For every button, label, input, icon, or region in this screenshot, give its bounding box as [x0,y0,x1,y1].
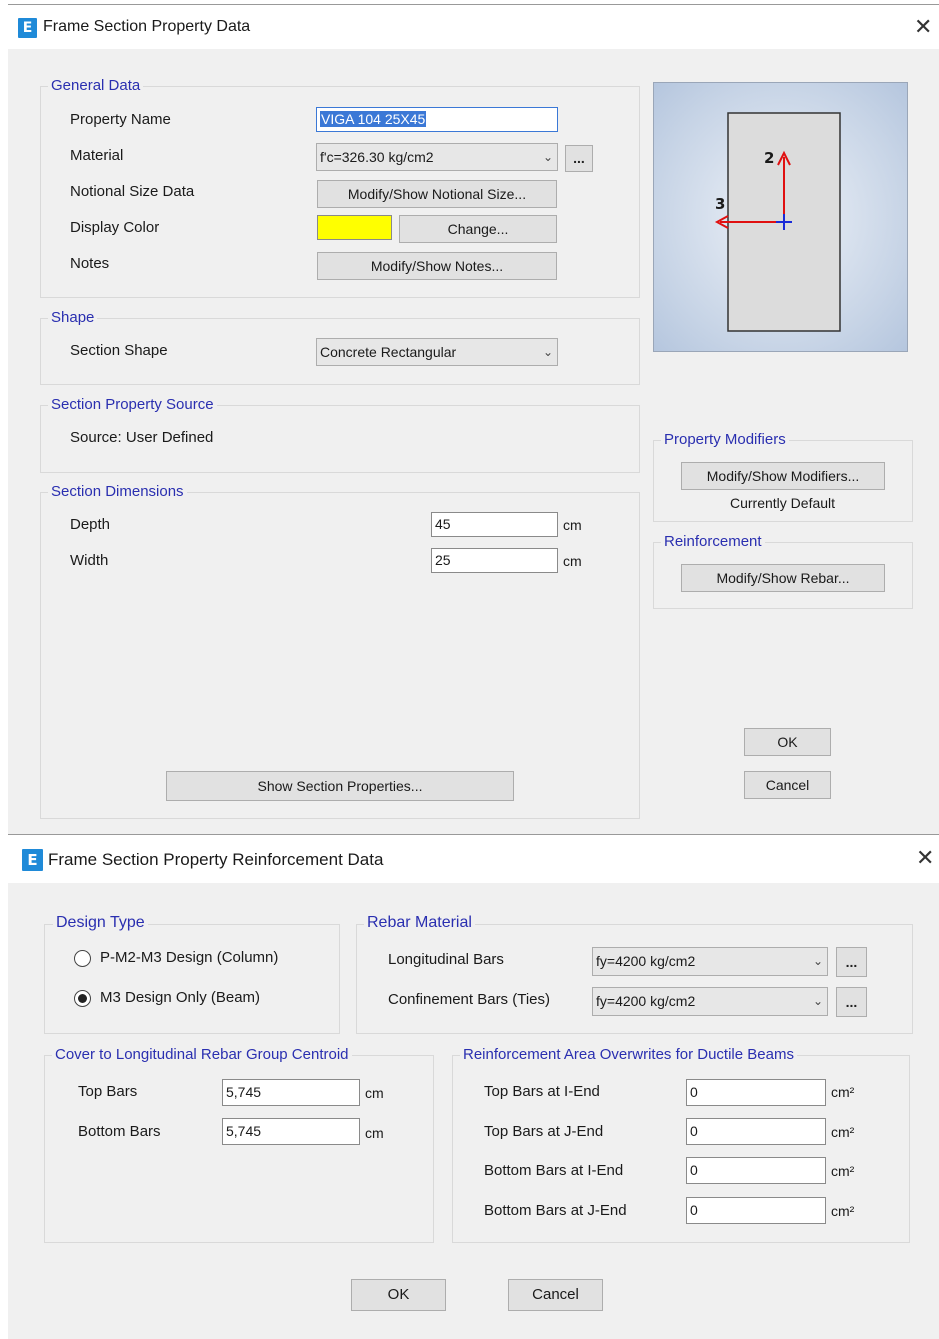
bottom-bars-j-end-input[interactable]: 0 [686,1197,826,1224]
section-property-source-legend: Section Property Source [48,396,217,413]
chevron-down-icon: ⌄ [812,994,823,1008]
chevron-down-icon: ⌄ [542,345,553,359]
material-label: Material [70,147,124,164]
cancel-button[interactable]: Cancel [744,771,831,799]
ok-button[interactable]: OK [351,1279,446,1311]
bottom-bars-i-end-unit: cm² [831,1163,855,1179]
section-shape-value: Concrete Rectangular [320,344,457,360]
section-dimensions-group [40,492,640,819]
top-bars-cover-label: Top Bars [78,1083,138,1100]
bottom-bars-cover-unit: cm [365,1125,384,1141]
top-bars-cover-unit: cm [365,1085,384,1101]
bottom-bars-i-end-label: Bottom Bars at I-End [484,1162,624,1179]
close-icon[interactable]: ✕ [916,848,934,870]
property-name-label: Property Name [70,111,171,128]
etabs-app-icon: E [18,18,37,38]
section-shape-label: Section Shape [70,342,168,359]
top-bars-i-end-unit: cm² [831,1084,855,1100]
reinforcement-legend: Reinforcement [661,533,765,550]
depth-input[interactable]: 45 [431,512,558,537]
top-bars-i-end-input[interactable]: 0 [686,1079,826,1106]
chevron-down-icon: ⌄ [542,150,553,164]
dialog-titlebar: E Frame Section Property Data ✕ [8,5,939,49]
material-select[interactable]: f'c=326.30 kg/cm2 ⌄ [316,143,558,171]
design-type-legend: Design Type [53,914,148,932]
confinement-bars-value: fy=4200 kg/cm2 [596,993,696,1009]
modify-modifiers-button[interactable]: Modify/Show Modifiers... [681,462,885,490]
rebar-material-legend: Rebar Material [364,914,475,932]
show-section-properties-button[interactable]: Show Section Properties... [166,771,514,801]
general-data-legend: General Data [48,77,144,94]
etabs-app-icon: E [22,849,43,871]
section-dimensions-legend: Section Dimensions [48,483,187,500]
beam-design-label: M3 Design Only (Beam) [100,989,261,1006]
section-preview-canvas [714,112,841,332]
modify-notes-button[interactable]: Modify/Show Notes... [317,252,557,280]
confinement-bars-label: Confinement Bars (Ties) [388,991,550,1008]
bottom-bars-j-end-label: Bottom Bars at J-End [484,1202,627,1219]
source-text: Source: User Defined [70,429,214,446]
beam-design-radio[interactable] [74,990,91,1007]
axis-2-label: 2 [764,149,775,167]
shape-legend: Shape [48,309,98,326]
width-label: Width [70,552,109,569]
chevron-down-icon: ⌄ [812,954,823,968]
top-bars-j-end-input[interactable]: 0 [686,1118,826,1145]
top-bars-i-end-label: Top Bars at I-End [484,1083,600,1100]
width-input[interactable]: 25 [431,548,558,573]
cover-legend: Cover to Longitudinal Rebar Group Centro… [52,1046,352,1063]
ok-button[interactable]: OK [744,728,831,756]
longitudinal-bars-select[interactable]: fy=4200 kg/cm2 ⌄ [592,947,828,976]
longitudinal-more-button[interactable]: ... [836,947,867,977]
depth-label: Depth [70,516,111,533]
dialog-title: Frame Section Property Data [43,18,251,35]
property-name-value: VIGA 104 25X45 [320,111,427,127]
change-color-button[interactable]: Change... [399,215,557,243]
display-color-label: Display Color [70,219,160,236]
column-design-radio[interactable] [74,950,91,967]
notes-label: Notes [70,255,110,272]
longitudinal-bars-label: Longitudinal Bars [388,951,504,968]
section-shape-select[interactable]: Concrete Rectangular ⌄ [316,338,558,366]
modifiers-status: Currently Default [730,495,836,511]
confinement-bars-select[interactable]: fy=4200 kg/cm2 ⌄ [592,987,828,1016]
top-bars-j-end-label: Top Bars at J-End [484,1123,604,1140]
top-bars-cover-input[interactable]: 5,745 [222,1079,360,1106]
notional-size-label: Notional Size Data [70,183,195,200]
bottom-bars-cover-label: Bottom Bars [78,1123,161,1140]
dialog-titlebar: E Frame Section Property Reinforcement D… [8,835,939,883]
width-unit: cm [563,553,582,569]
rebar-material-group [356,924,913,1034]
bottom-bars-j-end-unit: cm² [831,1203,855,1219]
area-overwrites-legend: Reinforcement Area Overwrites for Ductil… [460,1046,797,1063]
cancel-button[interactable]: Cancel [508,1279,603,1311]
top-bars-j-end-unit: cm² [831,1124,855,1140]
close-icon[interactable]: ✕ [914,17,932,39]
bottom-bars-cover-input[interactable]: 5,745 [222,1118,360,1145]
bottom-bars-i-end-input[interactable]: 0 [686,1157,826,1184]
depth-unit: cm [563,517,582,533]
confinement-more-button[interactable]: ... [836,987,867,1017]
property-name-input[interactable]: VIGA 104 25X45 [316,107,558,132]
material-value: f'c=326.30 kg/cm2 [320,149,434,165]
display-color-swatch [317,215,392,240]
modify-rebar-button[interactable]: Modify/Show Rebar... [681,564,885,592]
modify-notional-size-button[interactable]: Modify/Show Notional Size... [317,180,557,208]
design-type-group [44,924,340,1034]
radio-selected-dot [78,994,87,1003]
longitudinal-bars-value: fy=4200 kg/cm2 [596,953,696,969]
column-design-label: P-M2-M3 Design (Column) [100,949,279,966]
axis-3-label: 3 [715,195,726,213]
section-preview: 2 3 [653,82,908,352]
dialog-title: Frame Section Property Reinforcement Dat… [48,850,384,869]
property-modifiers-legend: Property Modifiers [661,431,789,448]
material-more-button[interactable]: ... [565,145,593,172]
